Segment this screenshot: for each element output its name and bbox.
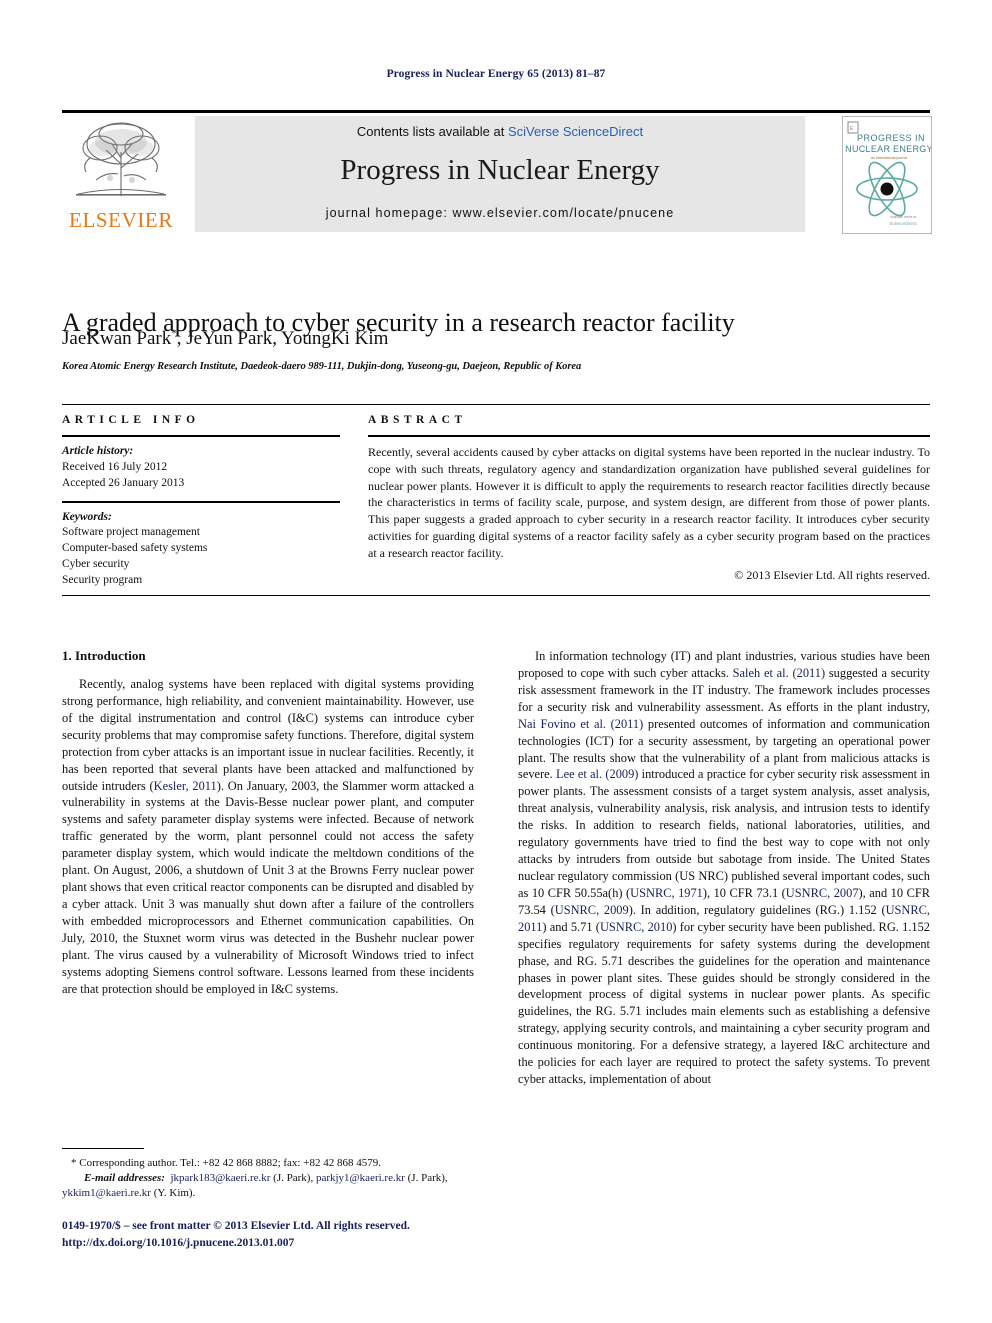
paragraph-text: Recently, analog systems have been repla… xyxy=(62,677,474,793)
abstract-rule xyxy=(368,435,930,437)
paragraph-intro: Recently, analog systems have been repla… xyxy=(62,676,474,998)
keyword-item: Software project management xyxy=(62,526,200,539)
citation-link[interactable]: USNRC, 2010 xyxy=(600,920,672,934)
citation-link[interactable]: USNRC, 2009 xyxy=(555,903,629,917)
paragraph-related-work: In information technology (IT) and plant… xyxy=(518,648,930,1088)
paragraph-text: ) for cyber security have been published… xyxy=(518,919,931,1087)
body-column-left: 1. Introduction Recently, analog systems… xyxy=(62,648,474,998)
footnote-rule xyxy=(62,1148,144,1149)
received-date: Received 16 July 2012 xyxy=(62,460,168,473)
citation-link[interactable]: USNRC, 1971 xyxy=(630,886,703,900)
abstract-heading: ABSTRACT xyxy=(368,414,467,426)
journal-homepage-link[interactable]: journal homepage: www.elsevier.com/locat… xyxy=(195,206,805,220)
svg-text:ScienceDirect: ScienceDirect xyxy=(889,221,917,226)
doi-link[interactable]: http://dx.doi.org/10.1016/j.pnucene.2013… xyxy=(62,1235,522,1252)
section-heading-introduction: 1. Introduction xyxy=(62,648,146,663)
elsevier-tree-icon xyxy=(66,118,176,204)
contents-prefix: Contents lists available at xyxy=(356,124,508,139)
keywords-rule xyxy=(62,500,340,503)
email-link-1[interactable]: jkpark183@kaeri.re.kr xyxy=(170,1172,270,1184)
journal-cover-thumbnail: E PROGRESS IN NUCLEAR ENERGY an internat… xyxy=(842,116,932,234)
keyword-item: Cyber security xyxy=(62,558,130,571)
band-bottom-rule xyxy=(62,595,930,596)
citation-link[interactable]: USNRC, 2007 xyxy=(786,886,859,900)
article-history-label: Article history: xyxy=(62,445,134,457)
contents-list-box: Contents lists available at SciVerse Sci… xyxy=(195,116,805,232)
email-owner-1: (J. Park), xyxy=(270,1172,316,1185)
citation-link[interactable]: Kesler, 2011 xyxy=(154,779,217,793)
running-head: Progress in Nuclear Energy 65 (2013) 81–… xyxy=(386,68,606,80)
bottom-matter: 0149-1970/$ – see front matter © 2013 El… xyxy=(62,1218,522,1251)
abstract-text: Recently, several accidents caused by cy… xyxy=(368,445,930,560)
elsevier-logo: ELSEVIER xyxy=(62,116,180,234)
keyword-item: Computer-based safety systems xyxy=(62,542,208,555)
email-addresses-label: E-mail addresses: xyxy=(84,1172,165,1185)
accepted-date: Accepted 26 January 2013 xyxy=(62,476,185,489)
paragraph-text: introduced a practice for cyber security… xyxy=(518,767,930,900)
body-columns: 1. Introduction Recently, analog systems… xyxy=(62,648,930,1208)
author-names: JaeKwan Park*, JeYun Park, YoungKi Kim xyxy=(62,328,389,350)
author-list: JaeKwan Park*, JeYun Park, YoungKi Kim xyxy=(62,328,932,350)
keywords-label: Keywords: xyxy=(62,510,112,523)
email-link-3[interactable]: ykkim1@kaeri.re.kr xyxy=(62,1187,151,1199)
article-info-heading: ARTICLE INFO xyxy=(62,414,200,426)
svg-text:NUCLEAR ENERGY: NUCLEAR ENERGY xyxy=(845,144,931,154)
issn-frontmatter-line: 0149-1970/$ – see front matter © 2013 El… xyxy=(62,1220,410,1232)
paragraph-text: ). On January, 2003, the Slammer worm at… xyxy=(62,778,474,996)
email-owner-3: (Y. Kim). xyxy=(150,1187,196,1200)
email-addresses-note: E-mail addresses: jkpark183@kaeri.re.kr … xyxy=(62,1171,474,1201)
svg-text:PROGRESS IN: PROGRESS IN xyxy=(857,133,925,143)
elsevier-wordmark: ELSEVIER xyxy=(69,208,173,232)
body-column-right: In information technology (IT) and plant… xyxy=(518,648,930,1088)
paragraph-text: ) and 5.71 ( xyxy=(542,919,600,934)
corresponding-author-note: * Corresponding author. Tel.: +82 42 868… xyxy=(71,1157,381,1169)
paragraph-text: ). In addition, regulatory guidelines (R… xyxy=(628,902,886,917)
masthead-top-rule xyxy=(62,110,930,113)
paragraph-text: ), 10 CFR 73.1 ( xyxy=(702,885,786,900)
email-link-2[interactable]: parkjy1@kaeri.re.kr xyxy=(316,1172,405,1184)
email-owner-2: (J. Park), xyxy=(404,1172,448,1185)
article-first-page: Progress in Nuclear Energy 65 (2013) 81–… xyxy=(0,0,992,1323)
info-abstract-band: ARTICLE INFO Article history: Received 1… xyxy=(62,404,930,596)
footnote-block: * Corresponding author. Tel.: +82 42 868… xyxy=(62,1148,474,1202)
corresponding-author-marker: * xyxy=(171,328,177,340)
abstract-copyright: © 2013 Elsevier Ltd. All rights reserved… xyxy=(734,567,930,582)
journal-masthead: ELSEVIER Contents lists available at Sci… xyxy=(62,110,932,234)
sciencedirect-link[interactable]: SciVerse ScienceDirect xyxy=(508,124,643,139)
citation-link[interactable]: Saleh et al. (2011) xyxy=(733,666,825,680)
svg-text:Available online at: Available online at xyxy=(890,215,916,219)
citation-link[interactable]: Nai Fovino et al. (2011) xyxy=(518,717,643,731)
svg-text:an international journal: an international journal xyxy=(871,156,908,160)
journal-title: Progress in Nuclear Energy xyxy=(340,154,660,186)
abstract-column: ABSTRACT Recently, several accidents cau… xyxy=(368,414,930,583)
citation-link[interactable]: Lee et al. (2009) xyxy=(556,767,638,781)
contents-available-line: Contents lists available at SciVerse Sci… xyxy=(195,124,805,139)
article-info-column: ARTICLE INFO Article history: Received 1… xyxy=(62,414,340,589)
affiliation: Korea Atomic Energy Research Institute, … xyxy=(62,361,582,372)
keyword-item: Security program xyxy=(62,574,143,587)
article-info-rule xyxy=(62,435,340,437)
band-top-rule xyxy=(62,404,930,405)
